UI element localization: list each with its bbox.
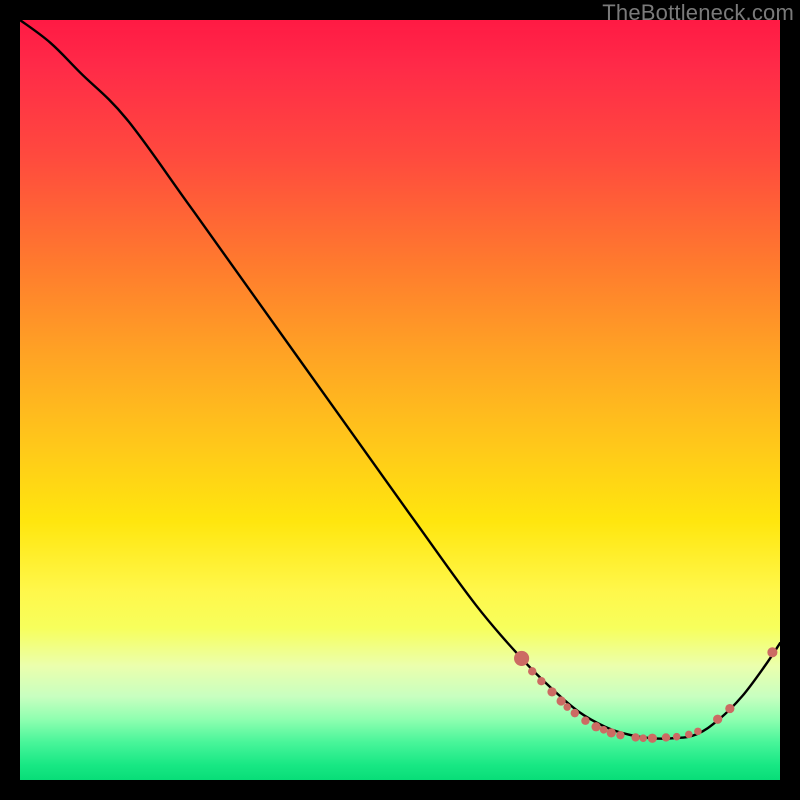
gradient-plot-area [20,20,780,780]
scatter-dot [713,715,722,724]
scatter-dot [685,731,693,739]
scatter-dot [631,733,639,741]
scatter-dot [662,733,670,741]
scatter-dot [648,734,657,743]
scatter-dot [639,734,647,742]
scatter-dot [557,696,566,705]
scatter-dot [563,703,571,711]
scatter-dot [528,667,536,675]
scatter-dot [514,651,529,666]
scatter-dot [547,687,556,696]
scatter-dot [767,647,777,657]
scatter-dot-layer [514,647,777,743]
bottleneck-curve [20,20,780,739]
scatter-dot [600,726,608,734]
scatter-dot [537,677,545,685]
scatter-dot [607,728,616,737]
chart-stage: TheBottleneck.com [0,0,800,800]
scatter-dot [694,728,702,736]
scatter-dot [581,717,589,725]
scatter-dot [673,733,681,741]
scatter-dot [725,704,734,713]
scatter-dot [591,722,600,731]
chart-svg [20,20,780,780]
scatter-dot [616,731,624,739]
curve-layer [20,20,780,739]
scatter-dot [571,709,579,717]
